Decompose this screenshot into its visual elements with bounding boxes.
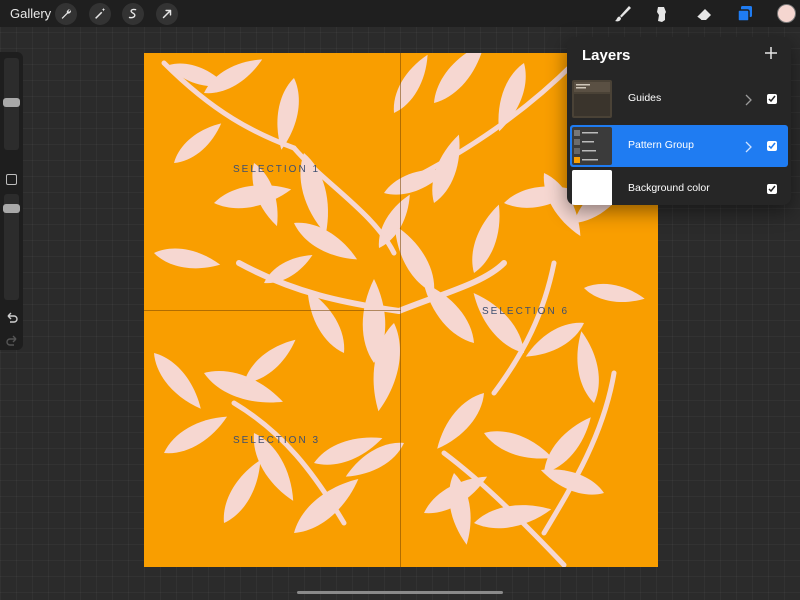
layer-thumbnail [572, 170, 612, 205]
redo-icon[interactable] [5, 334, 19, 346]
guide-horizontal [144, 310, 401, 311]
eraser-icon[interactable] [693, 4, 715, 24]
wrench-icon[interactable] [55, 3, 77, 25]
layers-panel-title: Layers [582, 47, 631, 64]
chevron-right-icon[interactable] [745, 140, 752, 153]
opacity-slider[interactable] [3, 194, 20, 300]
magic-wand-icon[interactable] [89, 3, 111, 25]
visibility-checkbox[interactable] [767, 184, 777, 194]
layer-thumbnail [572, 80, 612, 118]
selection-label: SELECTION 1 [233, 164, 321, 175]
modify-button[interactable] [6, 174, 17, 185]
layers-panel: Layers Guides Pattern Group Background c… [567, 37, 791, 205]
layer-thumbnail [572, 127, 612, 165]
layer-name: Background color [628, 182, 710, 194]
home-indicator [297, 591, 503, 594]
layer-row-background-color[interactable]: Background color [570, 168, 788, 205]
add-layer-icon[interactable] [763, 45, 779, 61]
top-toolbar: Gallery [0, 0, 800, 27]
selection-label: SELECTION 3 [233, 435, 321, 446]
visibility-checkbox[interactable] [767, 141, 777, 151]
selection-icon[interactable] [122, 3, 144, 25]
left-sidebar [0, 52, 23, 350]
brush-icon[interactable] [612, 4, 634, 24]
opacity-slider-thumb[interactable] [3, 204, 20, 213]
chevron-right-icon[interactable] [745, 93, 752, 106]
layer-name: Guides [628, 92, 662, 104]
gallery-button[interactable]: Gallery [10, 6, 51, 21]
layer-row-pattern-group[interactable]: Pattern Group [570, 125, 788, 167]
layers-icon[interactable] [734, 4, 756, 24]
visibility-checkbox[interactable] [767, 94, 777, 104]
brush-size-slider[interactable] [3, 58, 20, 150]
selection-label: SELECTION 6 [482, 306, 570, 317]
brush-size-slider-thumb[interactable] [3, 98, 20, 107]
transform-arrow-icon[interactable] [156, 3, 178, 25]
layer-name: Pattern Group [628, 139, 694, 151]
current-color-swatch[interactable] [777, 4, 796, 23]
layer-row-guides[interactable]: Guides [570, 78, 788, 120]
smudge-icon[interactable] [651, 4, 673, 24]
undo-icon[interactable] [5, 311, 19, 323]
